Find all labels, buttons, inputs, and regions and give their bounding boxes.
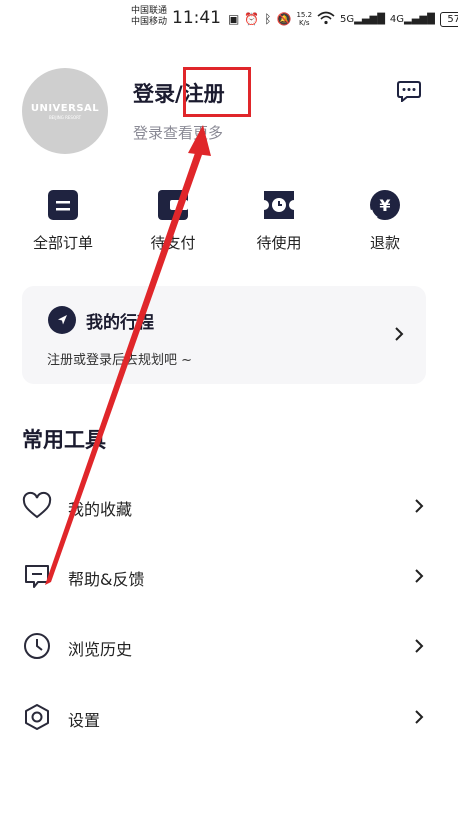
wifi-icon (317, 11, 335, 28)
mute-icon: 🔕 (276, 12, 292, 26)
pending-payment-icon (158, 190, 188, 220)
tool-settings-label: 设置 (68, 711, 101, 730)
tool-favorites[interactable]: 我的收藏 (0, 481, 458, 531)
network-speed: 15.2 K/s (296, 11, 313, 27)
feedback-icon (25, 565, 49, 588)
tool-favorites-label: 我的收藏 (68, 500, 133, 519)
order-to-use[interactable]: 待使用 (234, 188, 324, 253)
tool-help-feedback[interactable]: 帮助&反馈 (0, 551, 458, 601)
clock: 11:41 (172, 8, 221, 28)
refund-icon: ¥ (369, 190, 400, 220)
carrier-2: 中国移动 (131, 17, 168, 27)
heart-icon (22, 491, 52, 519)
tool-help-feedback-label: 帮助&反馈 (68, 570, 145, 589)
carrier-labels: 中国联通 中国移动 (131, 6, 167, 28)
carrier-1: 中国联通 (131, 6, 168, 16)
tools-section-title: 常用工具 (22, 428, 106, 452)
svg-text:¥: ¥ (379, 196, 390, 215)
status-icons: ▣ ⏰ ᛒ 🔕 15.2 K/s 5G▂▄▆█ 4G▂▄▆█ 57 (228, 9, 458, 29)
chevron-right-icon (395, 327, 404, 341)
order-refund-label: 退款 (369, 234, 400, 252)
login-subtitle: 登录查看更多 (133, 124, 224, 142)
tool-settings[interactable]: 设置 (0, 692, 458, 742)
alarm-icon: ⏰ (244, 12, 260, 26)
nfc-icon: ▣ (228, 12, 240, 26)
tool-browse-history[interactable]: 浏览历史 (0, 621, 458, 671)
bluetooth-icon: ᛒ (264, 12, 272, 26)
status-bar: 中国联通 中国移动 11:41 ▣ ⏰ ᛒ 🔕 15.2 K/s 5G▂▄▆█ … (0, 0, 458, 38)
chevron-right-icon (415, 499, 424, 513)
chevron-right-icon (415, 710, 424, 724)
navigation-icon (48, 306, 76, 334)
signal-5g-icon: 5G▂▄▆█ (340, 13, 385, 25)
all-orders-icon (48, 190, 78, 220)
order-pending-payment[interactable]: 待支付 (128, 188, 218, 253)
avatar-logo-subtext: BEIJING RESORT (48, 114, 82, 120)
order-shortcuts: 全部订单 待支付 待使用 ¥ 退款 (0, 188, 458, 268)
avatar[interactable]: UNIVERSAL BEIJING RESORT (22, 68, 108, 154)
order-to-use-label: 待使用 (256, 234, 302, 252)
to-use-icon (264, 191, 294, 219)
order-all[interactable]: 全部订单 (18, 188, 108, 253)
annotation-highlight-box (183, 67, 251, 117)
my-trip-card[interactable]: 我的行程 注册或登录后去规划吧 ~ (22, 286, 426, 384)
settings-icon (25, 704, 49, 730)
message-icon[interactable] (396, 80, 422, 102)
chevron-right-icon (415, 569, 424, 583)
avatar-logo-text: UNIVERSAL (30, 102, 100, 114)
tool-browse-history-label: 浏览历史 (68, 640, 133, 659)
my-trip-subtitle: 注册或登录后去规划吧 ~ (47, 353, 193, 368)
clock-icon (24, 633, 50, 659)
signal-4g-icon: 4G▂▄▆█ (389, 13, 435, 25)
my-trip-title: 我的行程 (86, 313, 154, 333)
chevron-right-icon (415, 639, 424, 653)
order-refund[interactable]: ¥ 退款 (340, 188, 430, 253)
battery-icon: 57 (439, 11, 458, 27)
order-pending-payment-label: 待支付 (150, 234, 196, 252)
order-all-label: 全部订单 (32, 234, 93, 252)
